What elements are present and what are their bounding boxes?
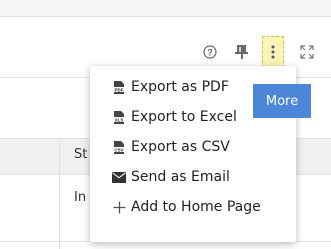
plus-icon	[111, 199, 127, 215]
pin-icon[interactable]	[232, 42, 252, 62]
menu-item-add-home-page[interactable]: Add to Home Page	[111, 195, 261, 219]
column-divider	[59, 138, 60, 249]
menu-item-send-email[interactable]: Send as Email	[111, 165, 230, 189]
menu-item-export-csv[interactable]: CSV Export as CSV	[111, 135, 230, 159]
menu-item-label: Export as CSV	[131, 139, 230, 155]
menu-item-export-excel[interactable]: XLS Export to Excel	[111, 105, 237, 129]
menu-item-label: Add to Home Page	[131, 199, 261, 215]
xls-file-icon: XLS	[111, 109, 127, 125]
expand-icon[interactable]	[299, 42, 315, 62]
svg-text:PDF: PDF	[115, 87, 124, 92]
pdf-file-icon: PDF	[111, 79, 127, 95]
menu-item-label: Send as Email	[131, 169, 230, 185]
svg-text:?: ?	[207, 47, 213, 57]
svg-text:XLS: XLS	[115, 117, 124, 122]
vertical-dots-icon	[271, 45, 275, 59]
svg-text:CSV: CSV	[114, 147, 123, 152]
column-header[interactable]: St	[74, 147, 87, 162]
menu-item-label: Export to Excel	[131, 109, 237, 125]
help-icon[interactable]: ?	[200, 42, 220, 62]
more-tooltip: More	[253, 84, 311, 118]
menu-item-label: Export as PDF	[131, 79, 229, 95]
table-cell: In	[74, 190, 87, 205]
menu-item-export-pdf[interactable]: PDF Export as PDF	[111, 75, 229, 99]
more-options-button[interactable]	[262, 36, 284, 68]
csv-file-icon: CSV	[111, 139, 127, 155]
screen: ? St In PDF Export as PDF XLS Export to …	[0, 0, 331, 249]
envelope-icon	[111, 169, 127, 185]
